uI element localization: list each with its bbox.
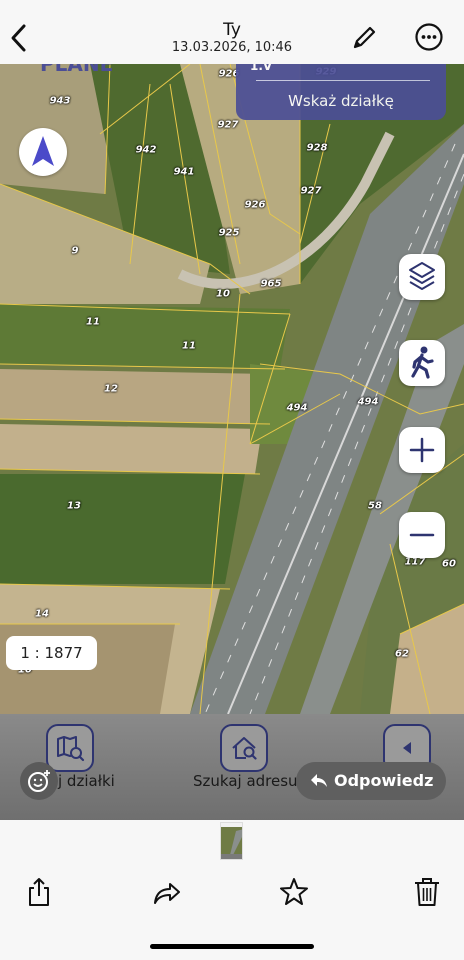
parcel-number: 13 bbox=[67, 500, 81, 512]
sender-title: Ty bbox=[223, 20, 241, 40]
timestamp: 13.03.2026, 10:46 bbox=[171, 40, 293, 55]
edit-button[interactable] bbox=[350, 24, 378, 52]
zoom-out-icon bbox=[409, 533, 435, 537]
pedestrian-icon bbox=[411, 346, 434, 379]
parcel-number: 942 bbox=[135, 144, 157, 156]
reaction-button[interactable] bbox=[20, 762, 58, 800]
app-bottom-panel: j działki Szukaj adresu Odpowiedz bbox=[0, 714, 464, 820]
parcel-number: 10 bbox=[216, 288, 230, 300]
search-parcels-label: j działki bbox=[58, 772, 115, 790]
compass-arrow-icon bbox=[32, 136, 54, 166]
search-address-label: Szukaj adresu bbox=[193, 772, 298, 790]
trash-icon bbox=[415, 878, 439, 906]
home-indicator bbox=[150, 944, 314, 949]
parcel-number: 925 bbox=[218, 227, 240, 239]
point-parcel-panel[interactable]: 1.V Wskaż działkę bbox=[236, 64, 446, 120]
point-parcel-label: Wskaż działkę bbox=[288, 92, 394, 110]
parcel-number: 927 bbox=[217, 119, 239, 131]
header-bar: Ty 13.03.2026, 10:46 bbox=[0, 0, 464, 64]
emoji-add-icon bbox=[28, 770, 50, 792]
map-title-partial: PLANE bbox=[40, 64, 114, 76]
panel-divider bbox=[256, 80, 430, 81]
share-button[interactable] bbox=[24, 876, 54, 908]
pencil-icon bbox=[353, 26, 376, 49]
thumbnail-strip bbox=[0, 820, 464, 862]
map-view[interactable]: 943 926 929 927 942 941 928 927 926 925 … bbox=[0, 64, 464, 714]
zoom-in-button[interactable] bbox=[399, 427, 445, 473]
panel-partial-text: 1.V bbox=[250, 64, 273, 73]
thumbnail-preview bbox=[221, 823, 242, 859]
forward-arrow-icon bbox=[154, 883, 180, 904]
layers-button[interactable] bbox=[399, 254, 445, 300]
reply-label: Odpowiedz bbox=[334, 771, 434, 790]
star-icon bbox=[280, 878, 308, 905]
favorite-button[interactable] bbox=[279, 876, 309, 908]
parcel-number: 494 bbox=[357, 396, 379, 408]
parcel-number: 12 bbox=[104, 383, 118, 395]
compass-button[interactable] bbox=[19, 128, 67, 176]
zoom-in-icon bbox=[409, 437, 435, 463]
walking-mode-button[interactable] bbox=[399, 340, 445, 386]
parcel-number: 14 bbox=[35, 608, 49, 620]
bottom-toolbar bbox=[0, 862, 464, 960]
parcel-number: 927 bbox=[300, 185, 322, 197]
parcel-number: 928 bbox=[306, 142, 328, 154]
home-search-icon bbox=[232, 737, 257, 760]
parcel-number: 117 bbox=[404, 556, 426, 568]
parcel-number: 11 bbox=[182, 340, 196, 352]
forward-button[interactable] bbox=[152, 876, 182, 908]
parcel-number: 926 bbox=[244, 199, 266, 211]
reply-arrow-icon bbox=[311, 774, 327, 787]
reply-button[interactable]: Odpowiedz bbox=[296, 762, 446, 800]
parcel-number: 60 bbox=[442, 558, 456, 570]
parcel-number: 965 bbox=[260, 278, 282, 290]
share-icon bbox=[29, 878, 49, 906]
search-address-button[interactable] bbox=[220, 724, 268, 772]
parcel-number: 943 bbox=[49, 95, 71, 107]
parcel-number: 494 bbox=[286, 402, 308, 414]
image-thumbnail[interactable] bbox=[220, 822, 243, 860]
parcel-number: 11 bbox=[86, 316, 100, 328]
parcel-number: 9 bbox=[71, 245, 79, 257]
parcel-number: 58 bbox=[368, 500, 382, 512]
more-button[interactable] bbox=[414, 22, 444, 52]
parcel-number: 62 bbox=[395, 648, 409, 660]
map-scale: 1 : 1877 bbox=[6, 636, 97, 670]
parcel-number: 941 bbox=[173, 166, 195, 178]
ellipsis-circle-icon bbox=[415, 23, 443, 51]
screen: Ty 13.03.2026, 10:46 943 926 927 942 941… bbox=[0, 0, 464, 960]
satellite-map bbox=[0, 64, 464, 714]
delete-button[interactable] bbox=[412, 876, 442, 908]
zoom-out-button[interactable] bbox=[399, 512, 445, 558]
layers-icon bbox=[409, 262, 435, 290]
